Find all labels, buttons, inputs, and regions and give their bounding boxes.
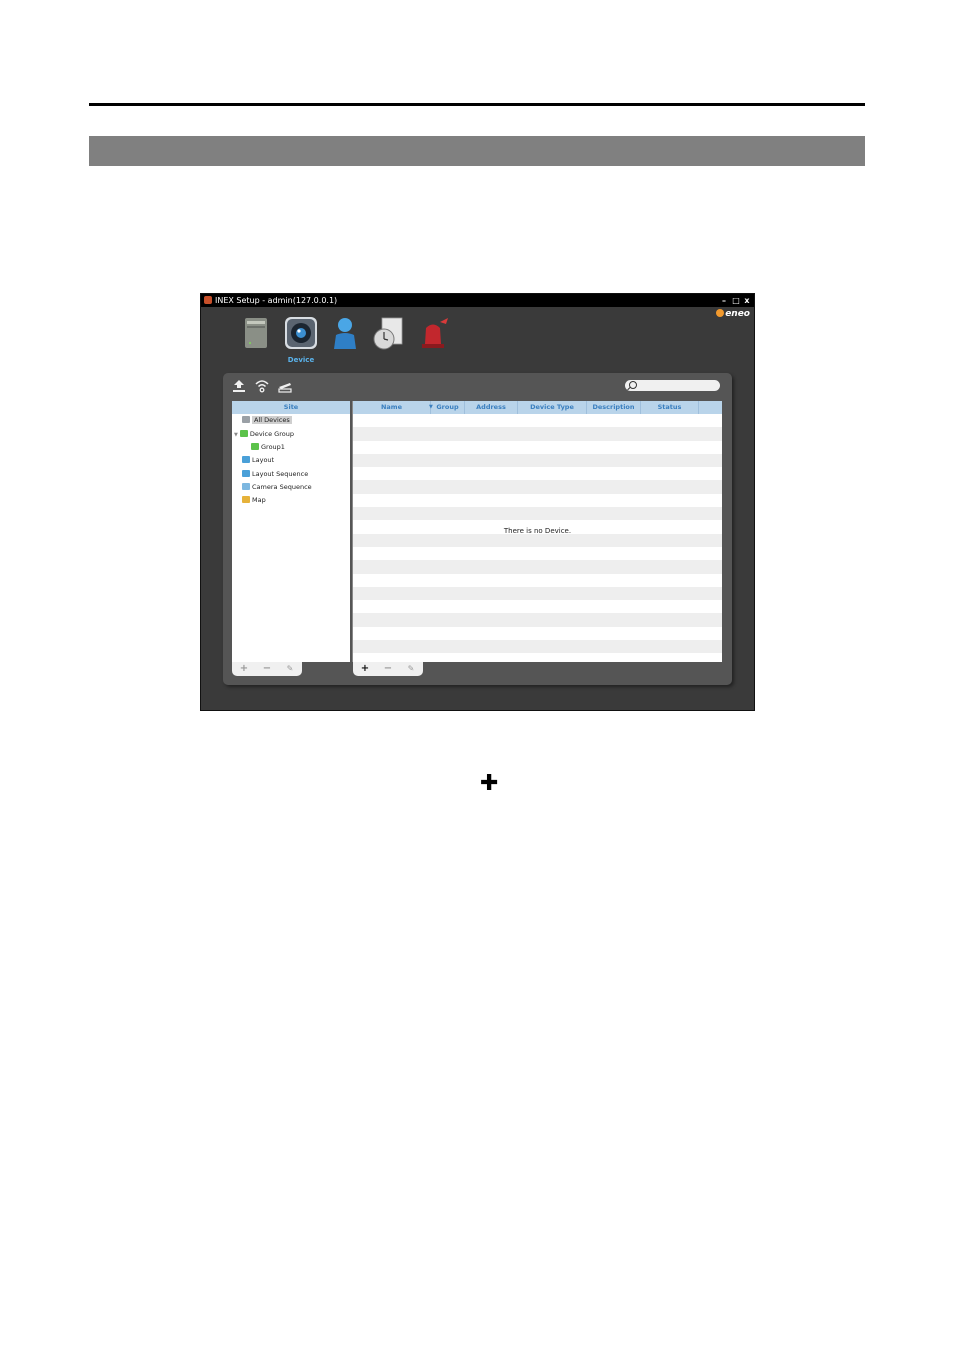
server-icon[interactable]	[240, 316, 274, 350]
upload-icon[interactable]	[232, 379, 246, 393]
tree-node-camera-sequence[interactable]: Camera Sequence	[242, 481, 312, 493]
table-row	[353, 627, 722, 640]
table-row	[353, 427, 722, 441]
tree-node-map[interactable]: Map	[242, 494, 266, 506]
table-header: Name ▼ Group Address Device Type Descrip…	[353, 401, 722, 414]
table-row	[353, 441, 722, 454]
tree-node-all-devices[interactable]: All Devices	[242, 414, 292, 426]
tree-node-label: Device Group	[249, 430, 294, 438]
page-top-rule	[89, 103, 865, 106]
add-device-button[interactable]: +	[359, 662, 371, 676]
table-row	[353, 560, 722, 574]
search-icon	[629, 381, 637, 389]
remove-device-button[interactable]: −	[382, 662, 394, 676]
empty-table-message: There is no Device.	[503, 527, 572, 535]
alarm-siren-icon[interactable]	[416, 316, 450, 350]
maximize-icon[interactable]: □	[731, 294, 741, 307]
app-window: INEX Setup - admin(127.0.0.1) – □ x eneo…	[200, 293, 755, 711]
column-header-device-type[interactable]: Device Type	[518, 401, 587, 414]
device-panel: Site All Devices ▼ Device Group Group1 La…	[223, 373, 732, 685]
edit-device-button[interactable]: ✎	[405, 662, 417, 676]
section-heading-bar	[89, 136, 865, 166]
table-row	[353, 494, 722, 507]
table-row	[353, 600, 722, 613]
add-site-button[interactable]: +	[238, 662, 250, 676]
wireless-scan-icon[interactable]	[255, 379, 269, 393]
tree-node-label: Layout Sequence	[252, 470, 309, 478]
group-cube-icon	[239, 430, 248, 437]
title-bar[interactable]: INEX Setup - admin(127.0.0.1) – □ x	[201, 294, 754, 307]
table-row	[353, 480, 722, 494]
window-title: INEX Setup - admin(127.0.0.1)	[215, 296, 338, 305]
user-icon[interactable]	[328, 316, 362, 350]
table-row	[353, 586, 722, 601]
table-row	[353, 640, 722, 654]
column-header-status[interactable]: Status	[641, 401, 699, 414]
app-icon	[204, 296, 212, 304]
table-row	[353, 453, 722, 468]
brand-flame-icon	[716, 309, 725, 317]
camera-sequence-icon	[242, 483, 250, 490]
site-tree: Site All Devices ▼ Device Group Group1 La…	[232, 401, 350, 662]
device-button-bar: + − ✎	[353, 662, 423, 676]
device-table: Name ▼ Group Address Device Type Descrip…	[352, 401, 722, 662]
tree-node-layout[interactable]: Layout	[242, 454, 274, 466]
expand-arrow-icon[interactable]: ▼	[234, 432, 238, 438]
column-header-description[interactable]: Description	[587, 401, 641, 414]
module-label-device: Device	[287, 356, 315, 364]
tree-node-label: Camera Sequence	[252, 483, 312, 491]
search-input[interactable]	[625, 380, 720, 391]
column-header-group[interactable]: Group	[431, 401, 465, 414]
brand-logo: eneo	[716, 309, 750, 319]
tree-node-device-group[interactable]: ▼ Device Group	[234, 428, 294, 440]
layout-sequence-icon	[242, 470, 250, 477]
table-row	[353, 547, 722, 560]
table-row	[353, 533, 722, 547]
column-header-name[interactable]: Name	[353, 401, 431, 414]
tree-node-label: All Devices	[252, 416, 292, 424]
table-row	[353, 507, 722, 521]
table-row	[353, 467, 722, 480]
remove-site-button[interactable]: −	[261, 662, 273, 676]
close-icon[interactable]: x	[742, 294, 752, 307]
column-header-address[interactable]: Address	[465, 401, 518, 414]
group-cube-icon	[251, 443, 259, 450]
site-tree-header: Site	[232, 401, 350, 414]
tree-node-label: Map	[252, 496, 266, 504]
schedule-clock-icon[interactable]	[372, 316, 406, 350]
tree-node-label: Layout	[252, 456, 275, 464]
minimize-icon[interactable]: –	[719, 294, 729, 307]
tree-node-layout-sequence[interactable]: Layout Sequence	[242, 468, 308, 480]
table-row	[353, 574, 722, 587]
network-tool-icon[interactable]	[278, 379, 292, 393]
devices-icon	[242, 416, 250, 423]
edit-site-button[interactable]: ✎	[284, 662, 296, 676]
site-tree-button-bar: + − ✎	[232, 662, 302, 676]
add-symbol-icon: ✚	[480, 771, 499, 796]
map-icon	[242, 496, 250, 503]
tree-node-group1[interactable]: Group1	[251, 441, 285, 453]
table-row	[353, 613, 722, 627]
tree-node-label: Group1	[261, 443, 285, 451]
layout-grid-icon	[242, 456, 250, 463]
table-row	[353, 414, 722, 427]
device-camera-icon[interactable]	[284, 316, 318, 350]
brand-text: eneo	[725, 309, 750, 319]
